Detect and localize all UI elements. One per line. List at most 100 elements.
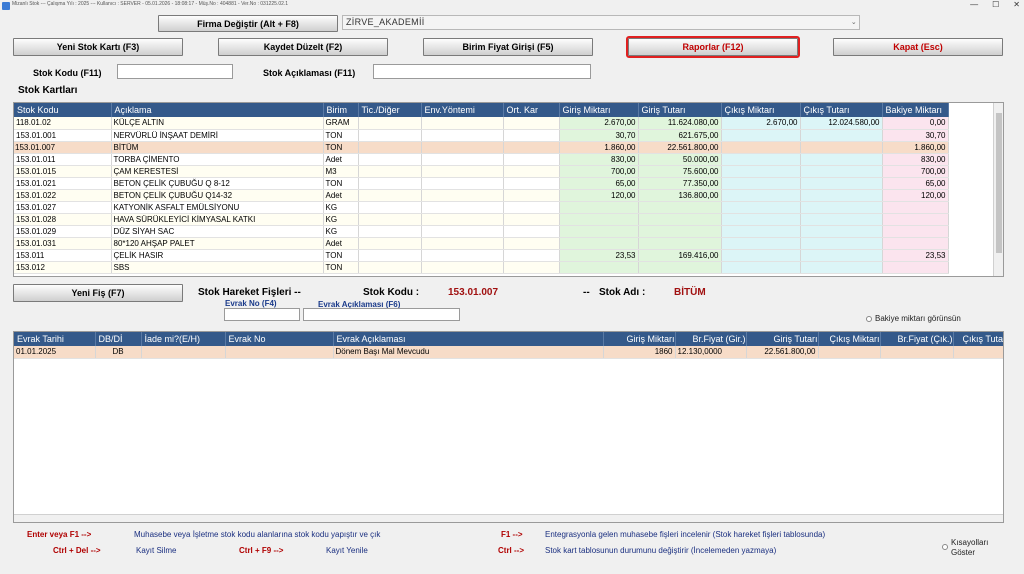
- minimize-icon[interactable]: —: [970, 0, 978, 9]
- stok-cell[interactable]: [503, 129, 560, 142]
- stok-cell[interactable]: [358, 153, 422, 166]
- stok-table-row[interactable]: 153.01.031 80*120 AHŞAP PALET Adet: [14, 237, 949, 250]
- stok-cell-kod[interactable]: 153.01.007: [14, 141, 112, 154]
- stok-cell-cikis_miktar[interactable]: [721, 165, 801, 178]
- close-icon[interactable]: ✕: [1013, 0, 1020, 9]
- hareket-cell-cikis_tutar[interactable]: [953, 346, 1003, 359]
- maximize-icon[interactable]: ☐: [992, 0, 999, 9]
- stok-cell[interactable]: [503, 189, 560, 202]
- stok-cell-birim[interactable]: TON: [323, 177, 359, 190]
- stok-col-header[interactable]: Çıkış Tutarı: [800, 103, 883, 117]
- stok-cell-bakiye[interactable]: [882, 213, 949, 226]
- hareket-col-header[interactable]: DB/Dİ: [95, 332, 142, 346]
- hareket-cell-giris_miktar[interactable]: 1860: [603, 346, 676, 359]
- raporlar-button[interactable]: Raporlar (F12): [626, 36, 800, 58]
- stok-table-row[interactable]: 153.01.015 ÇAM KERESTESİ M3 700,00 75.600,00…: [14, 165, 949, 178]
- stok-cell-cikis_miktar[interactable]: 2.670,00: [721, 117, 801, 130]
- stok-cell-birim[interactable]: Adet: [323, 189, 359, 202]
- stok-cell-giris_miktar[interactable]: 1.860,00: [559, 141, 639, 154]
- stok-cell-giris_miktar[interactable]: 2.670,00: [559, 117, 639, 130]
- stok-cell-giris_miktar[interactable]: 30,70: [559, 129, 639, 142]
- stok-cell-giris_miktar[interactable]: 830,00: [559, 153, 639, 166]
- stok-cell-cikis_tutar[interactable]: [800, 129, 883, 142]
- hareket-col-header[interactable]: Br.Fiyat (Çık.): [880, 332, 954, 346]
- stok-cell-aciklama[interactable]: BETON ÇELİK ÇUBUĞU Q14-32: [111, 189, 324, 202]
- stok-cell-giris_tutar[interactable]: 169.416,00: [638, 249, 722, 262]
- stok-cell-cikis_miktar[interactable]: [721, 189, 801, 202]
- stok-cell[interactable]: [358, 129, 422, 142]
- stok-cell-cikis_miktar[interactable]: [721, 225, 801, 238]
- stok-cell[interactable]: [421, 117, 504, 130]
- stok-table-row[interactable]: 153.01.028 HAVA SÜRÜKLEYİCİ KİMYASAL KATK…: [14, 213, 949, 226]
- stok-cell-aciklama[interactable]: KÜLÇE ALTIN: [111, 117, 324, 130]
- stok-cell[interactable]: [503, 117, 560, 130]
- stok-cell-cikis_miktar[interactable]: [721, 249, 801, 262]
- stok-cell-giris_tutar[interactable]: 11.624.080,00: [638, 117, 722, 130]
- stok-cell[interactable]: [503, 225, 560, 238]
- stok-cell-cikis_tutar[interactable]: [800, 153, 883, 166]
- birim-fiyat-girisi-button[interactable]: Birim Fiyat Girişi (F5): [423, 38, 593, 56]
- stok-cell-cikis_tutar[interactable]: [800, 213, 883, 226]
- stok-cell-bakiye[interactable]: 700,00: [882, 165, 949, 178]
- stok-table-row[interactable]: 153.011 ÇELİK HASIR TON 23,53 169.416,00 23,5…: [14, 249, 949, 262]
- hareket-cell-cikis_miktar[interactable]: [818, 346, 881, 359]
- stok-cell-giris_tutar[interactable]: [638, 201, 722, 214]
- stok-cell-cikis_tutar[interactable]: [800, 177, 883, 190]
- stok-cell-birim[interactable]: KG: [323, 225, 359, 238]
- stok-cell-kod[interactable]: 153.012: [14, 261, 112, 274]
- stok-cell-aciklama[interactable]: BİTÜM: [111, 141, 324, 154]
- evrak-aciklama-input[interactable]: [303, 308, 460, 321]
- stok-cell-giris_tutar[interactable]: [638, 261, 722, 274]
- stok-cell[interactable]: [358, 189, 422, 202]
- stok-cell-giris_tutar[interactable]: 75.600,00: [638, 165, 722, 178]
- stok-cell-kod[interactable]: 153.01.021: [14, 177, 112, 190]
- stok-cell[interactable]: [421, 213, 504, 226]
- kisayollari-goster-label[interactable]: Kısayolları Göster: [951, 538, 988, 558]
- stok-cell[interactable]: [421, 189, 504, 202]
- stok-cell[interactable]: [358, 177, 422, 190]
- stok-cell-birim[interactable]: TON: [323, 261, 359, 274]
- stok-cell-giris_tutar[interactable]: 50.000,00: [638, 153, 722, 166]
- stok-cell-cikis_miktar[interactable]: [721, 129, 801, 142]
- hareket-col-header[interactable]: Çıkış Miktarı: [818, 332, 881, 346]
- stok-cell-giris_tutar[interactable]: 77.350,00: [638, 177, 722, 190]
- stok-col-header[interactable]: Giriş Miktarı: [559, 103, 639, 117]
- stok-cell-giris_tutar[interactable]: [638, 213, 722, 226]
- hareket-col-header[interactable]: Evrak Açıklaması: [333, 332, 604, 346]
- evrak-no-input[interactable]: [224, 308, 300, 321]
- hareket-scrollbar[interactable]: [14, 514, 1003, 522]
- stok-cell-giris_miktar[interactable]: [559, 261, 639, 274]
- stok-col-header[interactable]: Ort. Kar: [503, 103, 560, 117]
- stok-cell-cikis_miktar[interactable]: [721, 261, 801, 274]
- hareket-col-header[interactable]: İade mi?(E/H): [141, 332, 226, 346]
- stok-cell-giris_tutar[interactable]: [638, 237, 722, 250]
- stok-cell-giris_tutar[interactable]: 22.561.800,00: [638, 141, 722, 154]
- stok-table-row[interactable]: 153.01.001 NERVÜRLÜ İNŞAAT DEMİRİ TON 30,70…: [14, 129, 949, 142]
- stok-cell[interactable]: [421, 177, 504, 190]
- hareket-cell-evrak_no[interactable]: [225, 346, 334, 359]
- stok-cell-cikis_miktar[interactable]: [721, 213, 801, 226]
- stok-cell[interactable]: [358, 201, 422, 214]
- kapat-button[interactable]: Kapat (Esc): [833, 38, 1003, 56]
- hareket-cell-br_fiyat[interactable]: 12.130,0000: [675, 346, 747, 359]
- stok-cell-cikis_miktar[interactable]: [721, 153, 801, 166]
- stok-cell-giris_miktar[interactable]: 120,00: [559, 189, 639, 202]
- stok-cell-birim[interactable]: KG: [323, 201, 359, 214]
- stok-cell-bakiye[interactable]: 65,00: [882, 177, 949, 190]
- stok-cell-cikis_tutar[interactable]: [800, 249, 883, 262]
- stok-cell-kod[interactable]: 153.01.022: [14, 189, 112, 202]
- stok-cell-kod[interactable]: 153.01.015: [14, 165, 112, 178]
- hareket-col-header[interactable]: Giriş Miktarı: [603, 332, 676, 346]
- stok-cell-giris_tutar[interactable]: [638, 225, 722, 238]
- stok-cell-birim[interactable]: TON: [323, 129, 359, 142]
- stok-col-header[interactable]: Bakiye Miktarı: [882, 103, 949, 117]
- hareket-cell-db[interactable]: DB: [95, 346, 142, 359]
- stok-scrollbar[interactable]: [993, 103, 1003, 276]
- stok-cell-cikis_miktar[interactable]: [721, 201, 801, 214]
- hareket-grid[interactable]: Evrak Tarihi DB/Dİ İade mi?(E/H) Evrak No Ev…: [13, 331, 1004, 523]
- stok-cell-cikis_tutar[interactable]: [800, 237, 883, 250]
- stok-cell-kod[interactable]: 153.011: [14, 249, 112, 262]
- stok-cell-cikis_tutar[interactable]: 12.024.580,00: [800, 117, 883, 130]
- stok-cell-birim[interactable]: GRAM: [323, 117, 359, 130]
- stok-cell[interactable]: [503, 153, 560, 166]
